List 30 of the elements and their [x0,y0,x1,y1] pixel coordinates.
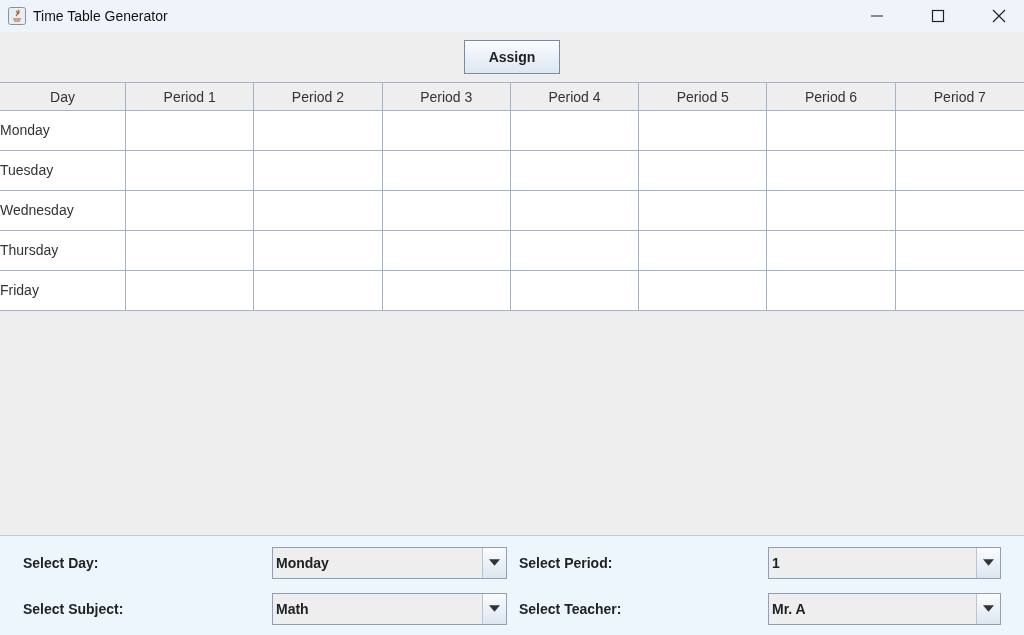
field-label: Select Teacher: [519,599,623,619]
column-header: Period 5 [639,83,768,110]
assign-button[interactable]: Assign [464,40,560,74]
column-header: Period 2 [254,83,383,110]
column-header: Day [0,83,126,110]
app-icon [8,7,26,25]
column-header: Period 7 [932,87,987,107]
column-header: Period 3 [382,83,511,110]
table-cell: Thursday [0,231,126,270]
maximize-icon[interactable] [931,9,945,23]
caret-icon [983,605,994,612]
caret-icon [983,559,994,566]
dropdown[interactable]: Monday [272,546,507,579]
table-cell: Wednesday [0,191,126,230]
table-cell: Tuesday [0,151,126,190]
table-cell: Monday [0,111,126,150]
caret-icon [489,559,500,566]
caret-icon [489,605,500,612]
field-label: Select Period: [519,553,614,573]
dropdown[interactable]: Math [272,592,507,625]
column-header: Period 4 [510,83,640,110]
column-header: Period 1 [126,83,255,110]
field-label: Select Subject: [23,599,125,619]
dropdown[interactable]: 1 [768,546,1001,579]
close-icon[interactable] [992,9,1006,23]
window-title: Time Table Generator [33,8,168,24]
field-label: Select Day: [23,553,100,573]
column-header: Period 6 [767,83,896,110]
dropdown[interactable]: Mr. A [768,592,1001,625]
table-cell: Friday [0,271,126,310]
